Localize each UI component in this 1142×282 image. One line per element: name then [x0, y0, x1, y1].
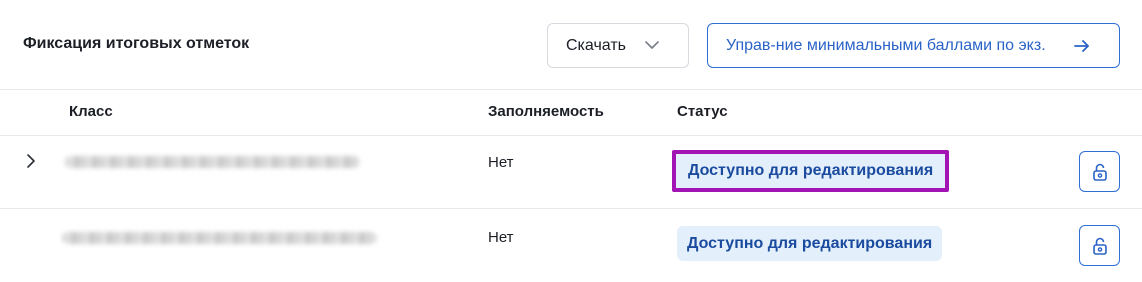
status-badge: Доступно для редактирования — [677, 226, 943, 261]
lock-button[interactable] — [1079, 225, 1120, 266]
fill-value: Нет — [488, 229, 514, 246]
table-header-divider — [0, 135, 1142, 136]
class-name-redacted — [65, 156, 360, 168]
manage-min-scores-button[interactable]: Управ-ние минимальными баллами по экз. — [707, 23, 1120, 68]
page-title: Фиксация итоговых отметок — [23, 35, 250, 52]
column-header-status: Статус — [677, 103, 728, 120]
status-badge: Доступно для редактирования — [672, 150, 950, 192]
column-header-class: Класс — [69, 103, 113, 120]
toolbar: Фиксация итоговых отметок Скачать Управ-… — [0, 0, 1142, 90]
arrow-right-icon — [1074, 40, 1089, 52]
class-name-redacted — [62, 232, 377, 244]
download-button[interactable]: Скачать — [547, 23, 689, 68]
lock-icon — [1092, 237, 1107, 255]
download-button-label: Скачать — [566, 36, 626, 54]
fill-value: Нет — [488, 154, 514, 171]
lock-icon — [1092, 163, 1107, 181]
column-header-fill: Заполняемость — [488, 103, 604, 120]
chevron-right-icon[interactable] — [24, 153, 38, 169]
lock-button[interactable] — [1079, 151, 1120, 192]
table-row-divider — [0, 208, 1142, 209]
manage-min-scores-label: Управ-ние минимальными баллами по экз. — [726, 36, 1046, 54]
chevron-down-icon — [645, 41, 659, 49]
